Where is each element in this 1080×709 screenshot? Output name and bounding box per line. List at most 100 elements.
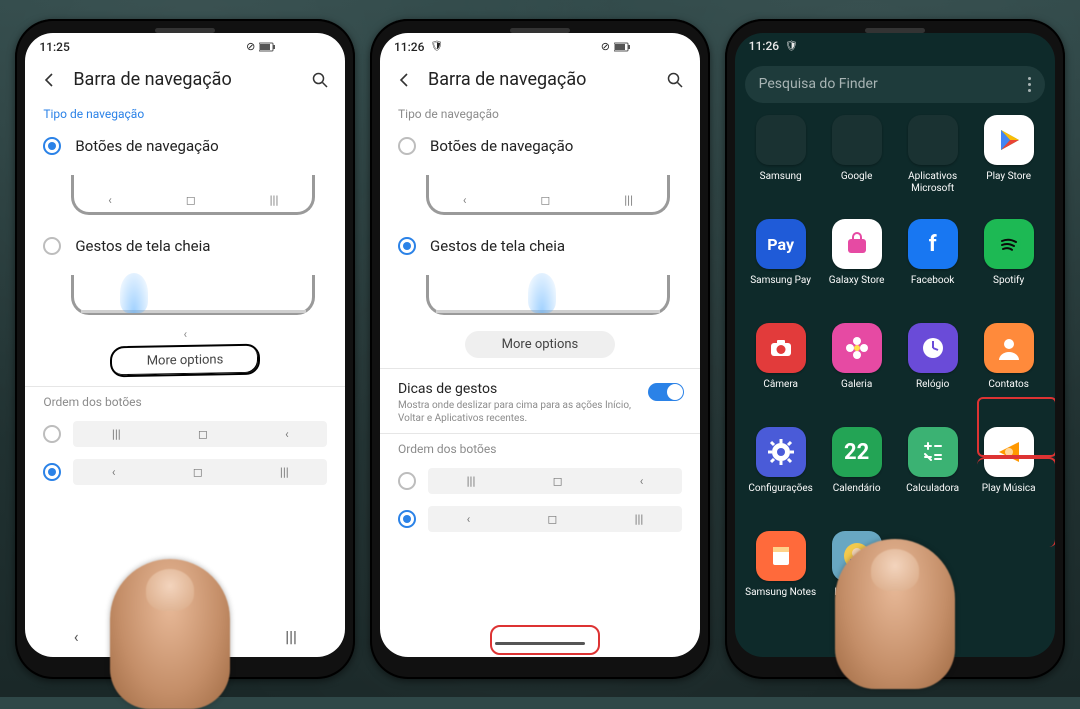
radio-nav-buttons[interactable]: Botões de navegação (380, 127, 700, 165)
radio-label: Gestos de tela cheia (430, 237, 565, 255)
app-label: Galaxy Store (829, 275, 885, 297)
status-time: 11:25 (39, 40, 69, 54)
note-icon (756, 531, 806, 581)
order-option-1[interactable]: ||| ◻ ‹ (25, 415, 345, 453)
app-instalador-fortnite[interactable]: Instalador Fortnite (819, 531, 895, 631)
app-galaxy-store[interactable]: Galaxy Store (819, 219, 895, 319)
app-calculadora[interactable]: Calculadora (895, 427, 971, 527)
battery-icon (259, 42, 277, 52)
app-configurações[interactable]: Configurações (743, 427, 819, 527)
app-play-música[interactable]: Play Música (971, 427, 1047, 527)
system-navbar[interactable]: ‹ ◻ ||| (25, 617, 345, 657)
app-label: Calculadora (906, 483, 959, 505)
diagram-gestures (426, 267, 670, 321)
order-option-2[interactable]: ‹ ◻ ||| (25, 453, 345, 491)
radio-label: Botões de navegação (430, 137, 573, 155)
folder: Pay (756, 219, 806, 269)
screen-settings-1: 11:25 ⊘ Barra de navegação Tipo de naveg… (25, 33, 345, 657)
phone-speaker (155, 28, 215, 33)
section-nav-type: Tipo de navegação (380, 103, 700, 127)
app-contatos[interactable]: Contatos (971, 323, 1047, 423)
radio-label: Gestos de tela cheia (75, 237, 210, 255)
order-option-2[interactable]: ‹ ◻ ||| (380, 500, 700, 538)
app-câmera[interactable]: Câmera (743, 323, 819, 423)
app-label: Facebook (911, 275, 954, 297)
order-symbols: ‹ ◻ ||| (428, 506, 682, 532)
divider (380, 433, 700, 434)
app-label: Câmera (763, 379, 798, 401)
switch-on-icon[interactable] (648, 383, 684, 401)
app-aplicativos-microsoft[interactable]: Aplicativos Microsoft (895, 115, 971, 215)
battery-icon (614, 42, 632, 52)
search-icon[interactable] (309, 69, 331, 91)
app-samsung-notes[interactable]: Samsung Notes (743, 531, 819, 631)
radio-icon (398, 472, 416, 490)
app-relógio[interactable]: Relógio (895, 323, 971, 423)
radio-gestures[interactable]: Gestos de tela cheia (25, 227, 345, 265)
app-label: Instalador Fortnite (819, 587, 895, 610)
app-samsung[interactable]: Samsung (743, 115, 819, 215)
section-order: Ordem dos botões (25, 391, 345, 415)
app-label: Google (841, 171, 873, 193)
folder: f (908, 219, 958, 269)
back-icon[interactable] (394, 69, 416, 91)
folder-icon (756, 115, 806, 165)
more-menu-icon[interactable] (1028, 77, 1031, 92)
flower-icon (832, 323, 882, 373)
app-label: Configurações (748, 483, 812, 505)
gear-icon (756, 427, 806, 477)
more-options-button[interactable]: More options (110, 343, 260, 377)
chevron-down-icon: ‹ (25, 327, 345, 341)
bag-icon (832, 219, 882, 269)
app-label: Calendário (833, 483, 881, 505)
no-sim-icon: ⊘ (601, 40, 610, 53)
radio-label: Botões de navegação (75, 137, 218, 155)
order-option-1[interactable]: ||| ◻ ‹ (380, 462, 700, 500)
screen-settings-2: 11:26 🛡 ⊘ Barra de navegação Tipo de nav… (380, 33, 700, 657)
clock-icon (908, 323, 958, 373)
apps-grid[interactable]: Samsung Google Aplicativos Microsoft Play S… (735, 115, 1055, 631)
phone-speaker (510, 28, 570, 33)
app-label: Play Store (986, 171, 1031, 193)
avatar-icon (832, 531, 882, 581)
app-label: Spotify (993, 275, 1024, 297)
screen-app-drawer: 11:26 🛡 Pesquisa do Finder Samsung Google… (735, 33, 1055, 657)
search-icon[interactable] (664, 69, 686, 91)
status-time: 11:26 (749, 39, 779, 53)
more-options-button[interactable]: More options (465, 331, 615, 358)
gesture-pill[interactable] (380, 631, 700, 657)
diagram-nav-buttons: ‹ ◻ ||| (71, 167, 315, 221)
radio-gestures[interactable]: Gestos de tela cheia (380, 227, 700, 265)
app-galeria[interactable]: Galeria (819, 323, 895, 423)
gesture-hints-toggle[interactable]: Dicas de gestos Mostra onde deslizar par… (380, 373, 700, 431)
app-spotify[interactable]: Spotify (971, 219, 1047, 319)
gesture-pill[interactable] (735, 631, 1055, 656)
status-bar: 11:26 🛡 (735, 33, 1055, 60)
app-play-store[interactable]: Play Store (971, 115, 1047, 215)
radio-icon (43, 237, 61, 255)
spotify-icon (984, 219, 1034, 269)
calc-icon (908, 427, 958, 477)
shield-icon: 🛡 (785, 41, 798, 52)
nav-recents-icon[interactable]: ||| (285, 627, 297, 646)
app-label: Play Música (982, 483, 1036, 505)
radio-icon (43, 425, 61, 443)
radio-icon (43, 137, 61, 155)
finder-search[interactable]: Pesquisa do Finder (745, 66, 1045, 103)
app-samsung-pay[interactable]: Pay Samsung Pay (743, 219, 819, 319)
order-symbols: ||| ◻ ‹ (73, 421, 327, 447)
order-symbols: ||| ◻ ‹ (428, 468, 682, 494)
nav-home-icon[interactable]: ◻ (175, 627, 188, 646)
radio-icon (398, 510, 416, 528)
app-google[interactable]: Google (819, 115, 895, 215)
back-icon[interactable] (39, 69, 61, 91)
phone-frame-3: 11:26 🛡 Pesquisa do Finder Samsung Google… (725, 19, 1065, 679)
radio-nav-buttons[interactable]: Botões de navegação (25, 127, 345, 165)
diagram-gestures (71, 267, 315, 321)
app-calendário[interactable]: 22Calendário (819, 427, 895, 527)
app-facebook[interactable]: f Facebook (895, 219, 971, 319)
nav-back-icon[interactable]: ‹ (74, 627, 79, 646)
app-label: Samsung Pay (750, 275, 811, 297)
divider (25, 386, 345, 387)
page-header: Barra de navegação (25, 61, 345, 103)
